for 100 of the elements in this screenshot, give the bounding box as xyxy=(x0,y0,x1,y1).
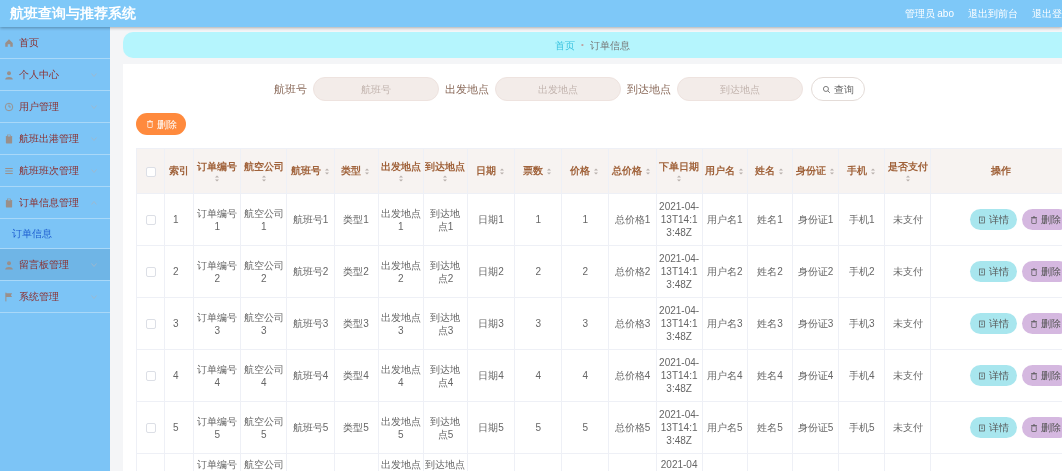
details-button[interactable]: 详情 xyxy=(970,261,1017,282)
checkbox[interactable] xyxy=(145,423,156,434)
column-header: 操作 xyxy=(991,165,1012,176)
table-cell: 2021-04-13T14:13:48Z xyxy=(659,357,700,394)
table-cell: 用户名1 xyxy=(707,214,743,225)
home-icon xyxy=(4,37,14,48)
table-cell: 1 xyxy=(173,214,179,225)
table-cell: 1 xyxy=(535,214,541,225)
sort-icon xyxy=(592,166,601,176)
table-cell: 用户名3 xyxy=(707,318,743,329)
checkbox[interactable] xyxy=(145,371,156,382)
table-cell: 3 xyxy=(173,318,179,329)
column-header[interactable]: 价格 xyxy=(570,164,591,178)
table-cell: 未支付 xyxy=(892,266,923,277)
checkbox[interactable] xyxy=(145,215,156,226)
app-title: 航班查询与推荐系统 xyxy=(10,4,136,23)
sidebar-item[interactable]: 航班出港管理 xyxy=(0,123,110,155)
table-cell: 姓名4 xyxy=(757,370,783,381)
table-cell: 未支付 xyxy=(892,318,923,329)
delete-button[interactable]: 删除 xyxy=(1022,417,1062,438)
sort-icon xyxy=(363,166,372,176)
details-button[interactable]: 详情 xyxy=(970,365,1017,386)
table-cell: 2 xyxy=(582,266,589,277)
column-header[interactable]: 类型 xyxy=(341,164,362,178)
sidebar-item[interactable]: 航班班次管理 xyxy=(0,155,110,187)
table-cell: 手机1 xyxy=(848,214,875,225)
table-cell: 总价格2 xyxy=(614,266,651,277)
details-button[interactable]: 详情 xyxy=(970,209,1017,230)
column-header: 索引 xyxy=(169,165,190,176)
details-button[interactable]: 详情 xyxy=(970,313,1017,334)
table-cell: 身份证1 xyxy=(797,214,834,225)
sort-icon xyxy=(776,166,785,176)
table-cell: 2021-04-13T14:13:48Z xyxy=(659,305,700,342)
document-icon xyxy=(978,215,986,224)
document-icon xyxy=(978,319,986,328)
column-header[interactable]: 日期 xyxy=(476,164,497,178)
table-cell: 未支付 xyxy=(892,370,923,381)
table-cell: 航空公司 xyxy=(243,459,284,470)
sort-icon xyxy=(903,173,912,183)
table-cell: 订单编号4 xyxy=(197,363,238,388)
column-header[interactable]: 航班号 xyxy=(290,164,321,178)
table-cell: 1 xyxy=(582,214,589,225)
details-button[interactable]: 详情 xyxy=(970,417,1017,438)
table-cell: 日期4 xyxy=(478,370,504,381)
checkbox[interactable] xyxy=(145,319,156,330)
table-cell: 总价格5 xyxy=(614,422,651,433)
delete-button[interactable]: 删除 xyxy=(1022,365,1062,386)
sidebar-item[interactable]: 首页 xyxy=(0,27,110,59)
table-cell: 身份证5 xyxy=(797,422,834,433)
sidebar-item[interactable]: 系统管理 xyxy=(0,281,110,313)
table-cell: 2021-04-13T14:13:48Z xyxy=(659,409,700,446)
table-cell: 订单编号 xyxy=(197,459,238,470)
table-cell: 航班号1 xyxy=(292,214,329,225)
search-button[interactable]: 查询 xyxy=(810,77,865,101)
table-cell: 用户名5 xyxy=(707,422,743,433)
clipboard-icon xyxy=(4,133,14,144)
breadcrumb-separator: • xyxy=(581,39,584,51)
column-header[interactable]: 手机 xyxy=(846,164,867,178)
column-header[interactable]: 总价格 xyxy=(612,164,643,178)
sort-icon xyxy=(644,166,653,176)
table-cell: 到达地点5 xyxy=(430,415,461,440)
delete-button[interactable]: 删除 xyxy=(136,113,186,135)
delete-button[interactable]: 删除 xyxy=(1022,209,1062,230)
table-cell: 身份证2 xyxy=(797,266,834,277)
checkbox[interactable] xyxy=(145,166,156,177)
table-cell: 航空公司5 xyxy=(243,415,284,440)
field-label: 航班号 xyxy=(273,81,307,97)
table-cell: 类型5 xyxy=(343,422,369,433)
table-cell: 身份证4 xyxy=(797,370,834,381)
sidebar-item[interactable]: 用户管理 xyxy=(0,91,110,123)
document-icon xyxy=(978,267,986,276)
table-cell: 手机4 xyxy=(848,370,875,381)
table-cell: 总价格4 xyxy=(614,370,651,381)
checkbox[interactable] xyxy=(145,267,156,278)
sort-icon xyxy=(827,166,836,176)
table-cell: 总价格1 xyxy=(614,214,651,225)
sort-icon xyxy=(675,173,684,183)
table-cell: 日期3 xyxy=(478,318,504,329)
trash-icon xyxy=(145,120,154,128)
delete-button[interactable]: 删除 xyxy=(1022,313,1062,334)
table-cell: 4 xyxy=(535,370,541,381)
table-cell: 3 xyxy=(582,318,589,329)
table-cell: 2 xyxy=(173,266,179,277)
sidebar-item[interactable]: 订单信息管理 xyxy=(0,187,110,219)
table-cell: 日期5 xyxy=(478,422,504,433)
sort-icon xyxy=(868,166,877,176)
sidebar-item[interactable]: 个人中心 xyxy=(0,59,110,91)
sort-icon xyxy=(322,166,331,176)
table-cell: 2021-04 xyxy=(660,459,698,470)
column-header[interactable]: 姓名 xyxy=(754,164,775,178)
sidebar-item[interactable]: 留言板管理 xyxy=(0,249,110,281)
clipboard-icon xyxy=(4,197,14,208)
table-cell: 未支付 xyxy=(892,422,923,433)
sort-icon xyxy=(545,166,554,176)
document-icon xyxy=(978,423,986,432)
delete-button[interactable]: 删除 xyxy=(1022,261,1062,282)
table-cell: 出发地点5 xyxy=(380,415,421,440)
clock-icon xyxy=(4,101,14,112)
table-cell: 姓名3 xyxy=(757,318,783,329)
column-header[interactable]: 票数 xyxy=(523,164,544,178)
